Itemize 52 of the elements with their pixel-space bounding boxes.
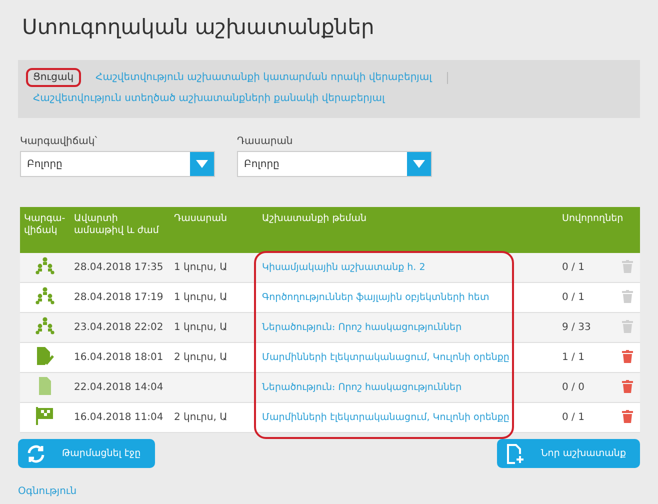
- dropdown[interactable]: Բոլորը: [237, 151, 432, 177]
- nav-link[interactable]: Հաշվետվություն ստեղծած աշխատանքների քանակի վերաբերյալ: [26, 89, 392, 108]
- table-cell: 28.04.2018 17:19: [70, 282, 170, 312]
- topic-link[interactable]: Մարմինների էլեկտրականացում, Կուլոնի օրենքը: [262, 412, 510, 423]
- table-cell: 2 կուրս, Ա: [170, 402, 258, 432]
- topic-link[interactable]: Ներածություն։ Որոշ հասկացություններ: [262, 322, 462, 333]
- table-cell: 0 / 1: [558, 253, 618, 282]
- topic-link[interactable]: Ներածություն։ Որոշ հասկացություններ: [262, 382, 462, 393]
- table-cell: 16.04.2018 18:01: [70, 342, 170, 372]
- table-cell: 1 կուրս, Ա: [170, 253, 258, 282]
- caret-icon: [413, 160, 425, 168]
- topic-link[interactable]: Կիսամյակային աշխատանք h. 2: [262, 262, 426, 273]
- help-link[interactable]: Օգնություն: [18, 486, 640, 497]
- table-cell: 2 կուրս, Ա: [170, 342, 258, 372]
- table-cell: 22.04.2018 14:04: [70, 372, 170, 402]
- column-header: Ավարտի ամսաթիվ և ժամ: [70, 207, 170, 253]
- table-cell: 23.04.2018 22:02: [70, 312, 170, 342]
- dropdown[interactable]: Բոլորը: [20, 151, 215, 177]
- table-cell: 9 / 33: [558, 312, 618, 342]
- hierarchy-icon: [35, 317, 55, 335]
- new-button[interactable]: Նոր աշխատանք: [496, 439, 640, 468]
- table-cell: 0 / 1: [558, 282, 618, 312]
- topic-link[interactable]: Մարմինների էլեկտրականացում, Կուլոնի օրենքը: [262, 352, 510, 363]
- filter-label: Դասարան: [237, 136, 294, 147]
- page-title: Ստուգողական աշխատանքներ: [22, 14, 376, 41]
- column-header: Դասարան: [170, 207, 258, 253]
- column-header: Աշխատանքի թեման: [258, 207, 558, 253]
- document-icon: [38, 376, 52, 396]
- refresh-button[interactable]: Թարմացնել էջը: [18, 439, 155, 468]
- table-cell: 1 / 1: [558, 342, 618, 372]
- caret-icon: [196, 160, 208, 168]
- topic-link[interactable]: Գործողություններ ֆայլային օբյեկտների հետ: [262, 292, 490, 303]
- table-cell: 16.04.2018 11:04: [70, 402, 170, 432]
- trash-icon[interactable]: [622, 350, 633, 362]
- column-header: Սովորողներ: [558, 207, 640, 253]
- table-cell: 0 / 0: [558, 372, 618, 402]
- nav-link[interactable]: Ցուցակ: [26, 68, 81, 87]
- column-header: Կարգա-վիճակ: [20, 207, 70, 253]
- document-check-icon: [36, 346, 54, 366]
- nav-link[interactable]: Հաշվետվություն աշխատանքի կատարման որակի վերաբերյալ: [88, 68, 439, 87]
- table-cell: 0 / 1: [558, 402, 618, 432]
- hierarchy-icon: [35, 287, 55, 305]
- checkered-flag-icon: [35, 406, 55, 426]
- refresh-icon: [26, 444, 46, 464]
- table-cell: 1 կուրս, Ա: [170, 312, 258, 342]
- table-cell: 28.04.2018 17:35: [70, 253, 170, 282]
- hierarchy-icon: [35, 257, 55, 275]
- filter-label: Կարգավիճակ՝: [20, 136, 98, 147]
- new-document-icon: [504, 444, 525, 464]
- trash-icon[interactable]: [622, 410, 633, 422]
- table-cell: 1 կուրս, Ա: [170, 282, 258, 312]
- trash-icon[interactable]: [622, 380, 633, 392]
